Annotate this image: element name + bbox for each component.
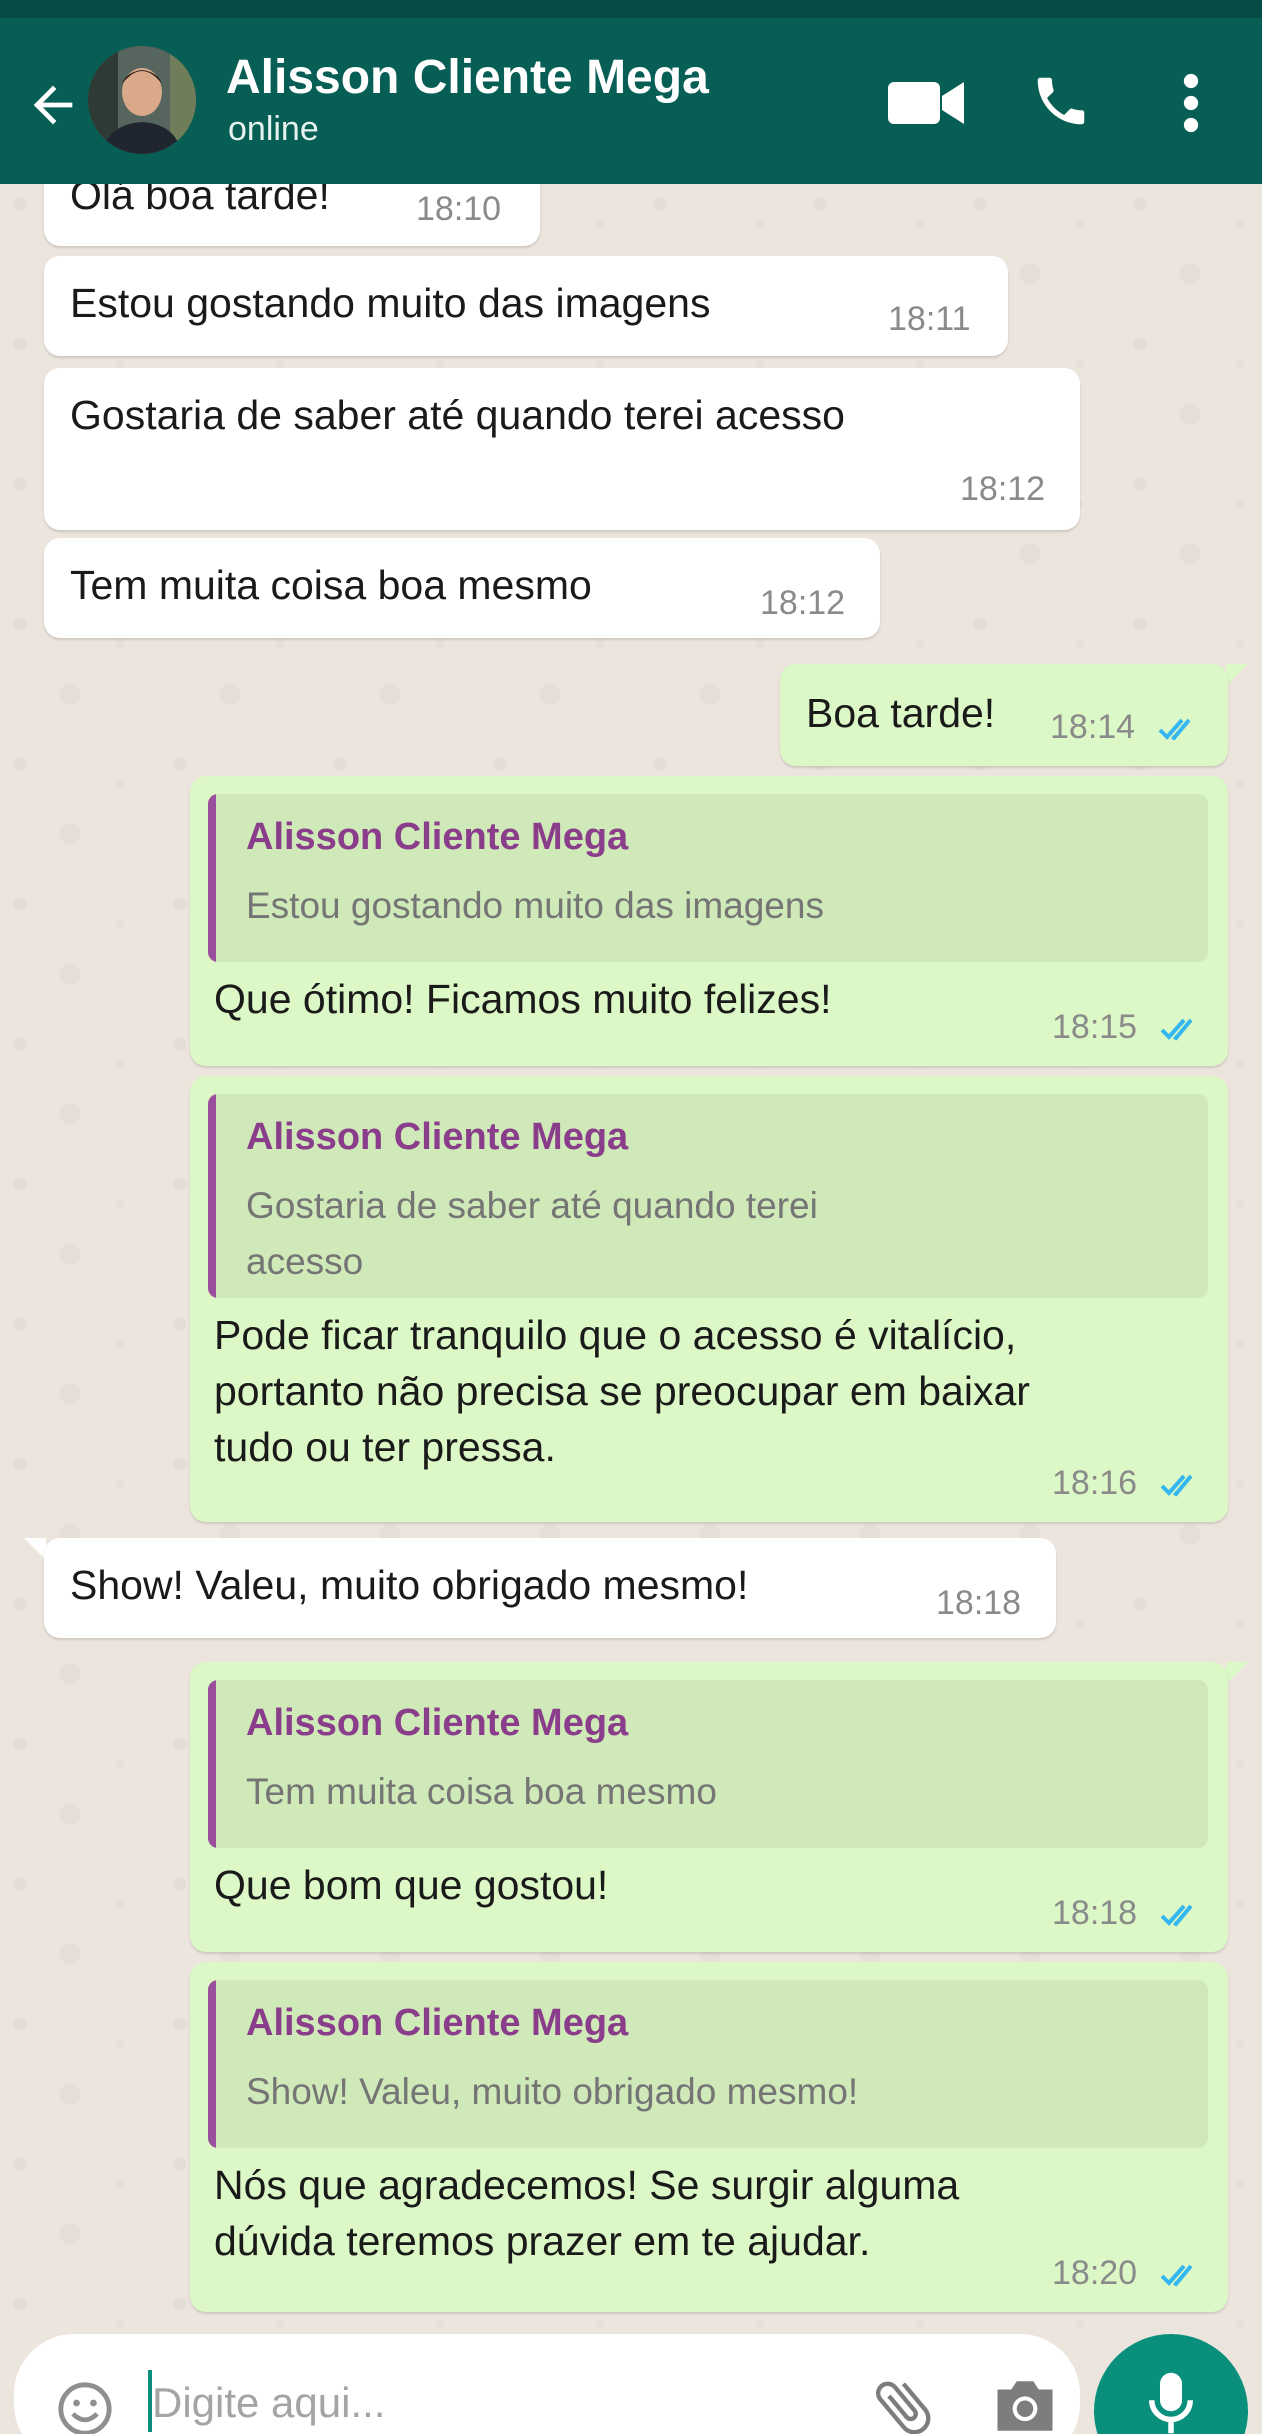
status-bar	[0, 0, 1262, 18]
attach-icon[interactable]	[868, 2372, 938, 2434]
quoted-message[interactable]: Alisson Cliente Mega Tem muita coisa boa…	[208, 1680, 1208, 1848]
read-ticks-icon	[1160, 2264, 1193, 2287]
message-text-line: Nós que agradecemos! Se surgir alguma	[214, 2162, 960, 2208]
message-text: Tem muita coisa boa mesmo	[70, 562, 592, 608]
contact-name[interactable]: Alisson Cliente Mega	[226, 50, 709, 105]
message-incoming[interactable]: Tem muita coisa boa mesmo 18:12	[44, 538, 880, 638]
message-text: Que ótimo! Ficamos muito felizes!	[214, 976, 832, 1022]
quote-text-line: acesso	[246, 1241, 364, 1282]
quote-bar	[208, 1680, 216, 1848]
message-outgoing[interactable]: Alisson Cliente Mega Estou gostando muit…	[190, 776, 1228, 1066]
chat-header: Alisson Cliente Mega online	[0, 18, 1262, 184]
composer-pill[interactable]	[14, 2334, 1080, 2434]
message-time: 18:18	[1052, 1894, 1138, 1932]
message-outgoing[interactable]: Alisson Cliente Mega Tem muita coisa boa…	[190, 1662, 1228, 1952]
camera-icon[interactable]	[992, 2378, 1058, 2434]
quote-bar	[208, 1980, 216, 2148]
message-incoming[interactable]: Estou gostando muito das imagens 18:11	[44, 256, 1008, 356]
emoji-icon[interactable]	[56, 2380, 114, 2434]
quote-text: Show! Valeu, muito obrigado mesmo!	[246, 2071, 859, 2112]
message-text: Que bom que gostou!	[214, 1862, 609, 1908]
message-text-line: portanto não precisa se preocupar em bai…	[214, 1368, 1030, 1414]
message-outgoing[interactable]: Alisson Cliente Mega Gostaria de saber a…	[190, 1076, 1228, 1522]
read-ticks-icon	[1158, 718, 1191, 741]
message-input[interactable]	[152, 2368, 752, 2434]
quote-author: Alisson Cliente Mega	[246, 816, 629, 858]
read-ticks-icon	[1160, 1904, 1193, 1927]
quote-bar	[208, 794, 216, 962]
phone-icon[interactable]	[1030, 70, 1092, 132]
message-text-line: dúvida teremos prazer em te ajudar.	[214, 2218, 871, 2264]
quote-author: Alisson Cliente Mega	[246, 1116, 629, 1158]
quote-author: Alisson Cliente Mega	[246, 1702, 629, 1744]
message-time: 18:18	[936, 1584, 1022, 1622]
back-arrow-icon[interactable]	[24, 76, 82, 134]
read-ticks-icon	[1160, 1018, 1193, 1041]
quoted-message[interactable]: Alisson Cliente Mega Show! Valeu, muito …	[208, 1980, 1208, 2148]
message-outgoing[interactable]: Boa tarde! 18:14	[780, 664, 1228, 766]
message-time: 18:15	[1052, 1008, 1138, 1046]
video-call-icon[interactable]	[888, 78, 964, 128]
message-text-line: Pode ficar tranquilo que o acesso é vita…	[214, 1312, 1017, 1358]
message-time: 18:12	[960, 470, 1046, 508]
message-incoming[interactable]: Gostaria de saber até quando terei acess…	[44, 368, 1080, 530]
message-text-line: tudo ou ter pressa.	[214, 1424, 556, 1470]
message-time: 18:20	[1052, 2254, 1138, 2292]
message-text: Show! Valeu, muito obrigado mesmo!	[70, 1562, 749, 1608]
quote-author: Alisson Cliente Mega	[246, 2002, 629, 2044]
message-time: 18:10	[416, 190, 502, 228]
message-time: 18:12	[760, 584, 846, 622]
quote-text: Tem muita coisa boa mesmo	[246, 1771, 717, 1812]
message-time: 18:14	[1050, 708, 1136, 746]
message-incoming[interactable]: Show! Valeu, muito obrigado mesmo! 18:18	[44, 1538, 1056, 1638]
message-text: Olá boa tarde!	[70, 184, 330, 218]
mic-icon	[1149, 2372, 1193, 2434]
quoted-message[interactable]: Alisson Cliente Mega Estou gostando muit…	[208, 794, 1208, 962]
composer-bar	[0, 2334, 1262, 2434]
bubble-tail	[1226, 1662, 1248, 1684]
bubble-tail	[24, 1538, 46, 1560]
bubble-tail	[1226, 664, 1248, 686]
message-text: Gostaria de saber até quando terei acess…	[70, 392, 845, 438]
quote-text-line: Gostaria de saber até quando terei	[246, 1185, 818, 1226]
quoted-message[interactable]: Alisson Cliente Mega Gostaria de saber a…	[208, 1094, 1208, 1298]
chat-area[interactable]: Olá boa tarde! 18:10 Estou gostando muit…	[0, 184, 1262, 2334]
more-vert-icon[interactable]	[1176, 70, 1206, 136]
message-text: Boa tarde!	[806, 690, 996, 736]
quote-bar	[208, 1094, 216, 1298]
contact-status: online	[228, 110, 319, 148]
message-time: 18:16	[1052, 1464, 1138, 1502]
read-ticks-icon	[1160, 1474, 1193, 1497]
message-time: 18:11	[888, 300, 971, 338]
avatar[interactable]	[88, 46, 196, 154]
quote-text: Estou gostando muito das imagens	[246, 885, 824, 926]
message-text: Estou gostando muito das imagens	[70, 280, 711, 326]
message-outgoing[interactable]: Alisson Cliente Mega Show! Valeu, muito …	[190, 1962, 1228, 2312]
message-incoming[interactable]: Olá boa tarde! 18:10	[44, 184, 540, 246]
